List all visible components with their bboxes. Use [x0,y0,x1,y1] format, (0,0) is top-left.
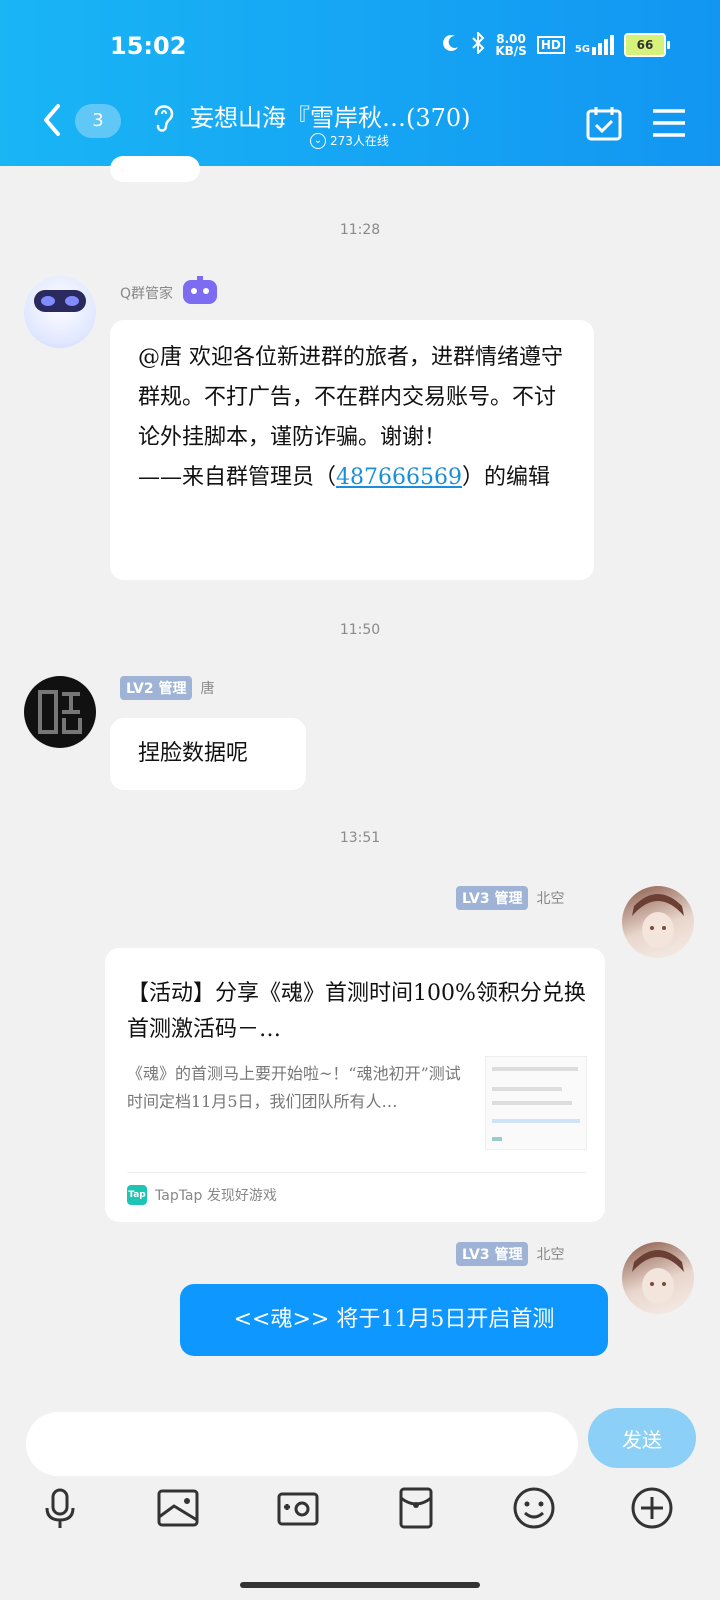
unread-count-badge[interactable]: 3 [75,104,121,138]
input-toolbar [0,1484,720,1544]
sender-name-row: LV3 管理 北空 [456,886,564,910]
plus-icon[interactable] [628,1484,676,1532]
sender-name: 北空 [536,1247,565,1263]
group-title: 妄想山海『雪岸秋…(370) [190,104,471,132]
status-bar: 15:02 8.00 KB/S HD 5G 66 [0,0,720,70]
taptap-logo-icon: Tap [127,1185,147,1205]
ear-icon [150,100,178,134]
group-number-link[interactable]: 487666569 [336,465,462,490]
sender-name: 唐 [200,681,215,697]
message-input[interactable] [26,1412,578,1476]
level-badge: LV2 管理 [120,676,193,700]
bluetooth-icon [471,30,485,58]
outgoing-message-bubble[interactable]: <<魂>> 将于11月5日开启首测 [180,1284,608,1356]
sender-name-row: LV2 管理 唐 [120,676,214,700]
home-indicator[interactable] [240,1582,480,1588]
network-speed: 8.00 KB/S [495,32,527,58]
card-description: 《魂》的首测马上要开始啦~！“魂池初开”测试时间定档11月5日，我们团队所有人… [127,1064,461,1111]
message-bubble[interactable]: 捏脸数据呢 [110,718,306,790]
time-separator: 13:51 [339,830,381,846]
status-icons: 8.00 KB/S HD 5G 66 [441,30,670,58]
header: 15:02 8.00 KB/S HD 5G 66 3 妄想山海『雪岸秋…(370… [0,0,720,166]
card-title: 【活动】分享《魂》首测时间100%领积分兑换首测激活码－… [127,981,586,1042]
status-time: 15:02 [110,32,187,60]
moon-icon [441,33,461,57]
chevron-down-icon: ⌄ [310,132,326,149]
time-separator: 11:50 [339,622,381,638]
card-footer: Tap TapTap 发现好游戏 [127,1172,587,1205]
group-title-area[interactable]: 妄想山海『雪岸秋…(370) ⌄ 273人在线 [150,90,530,160]
card-source: TapTap 发现好游戏 [155,1188,277,1204]
message-bubble-partial[interactable] [110,156,200,182]
level-badge: LV3 管理 [456,1242,529,1266]
self-avatar[interactable] [622,886,694,958]
sender-name-row: LV3 管理 北空 [456,1242,564,1266]
self-avatar[interactable] [622,1242,694,1314]
camera-icon[interactable] [274,1484,322,1532]
level-badge: LV3 管理 [456,886,529,910]
emoji-icon[interactable] [510,1484,558,1532]
battery-indicator: 66 [624,33,670,57]
shared-link-card[interactable]: 【活动】分享《魂》首测时间100%领积分兑换首测激活码－… 《魂》的首测马上要开… [105,948,605,1222]
sender-name: Q群管家 [120,286,174,302]
red-packet-icon[interactable] [392,1484,440,1532]
user-avatar[interactable] [24,676,96,748]
message-bubble[interactable]: @唐 欢迎各位新进群的旅者，进群情绪遵守群规。不打广告，不在群内交易账号。不讨论… [110,320,594,580]
robot-icon [181,276,219,310]
hd-badge: HD [536,36,565,54]
nav-bar: 3 妄想山海『雪岸秋…(370) ⌄ 273人在线 [0,90,720,160]
input-area: 发送 [0,1386,720,1600]
image-icon[interactable] [154,1484,202,1532]
card-thumbnail [485,1056,587,1150]
signal-icon: 5G [575,35,614,55]
sender-name: 北空 [536,891,565,907]
menu-icon[interactable] [650,106,688,140]
back-button[interactable] [38,100,68,140]
microphone-icon[interactable] [36,1484,84,1532]
sender-name-row: Q群管家 [120,276,219,310]
online-members: ⌄ 273人在线 [310,132,389,149]
bot-avatar[interactable] [24,276,96,348]
time-separator: 11:28 [339,222,381,238]
send-button[interactable]: 发送 [588,1408,696,1468]
calendar-check-icon[interactable] [585,104,623,142]
chat-area[interactable]: 11:28 Q群管家 @唐 欢迎各位新进群的旅者，进群情绪遵守群规。不打广告，不… [0,156,720,1386]
